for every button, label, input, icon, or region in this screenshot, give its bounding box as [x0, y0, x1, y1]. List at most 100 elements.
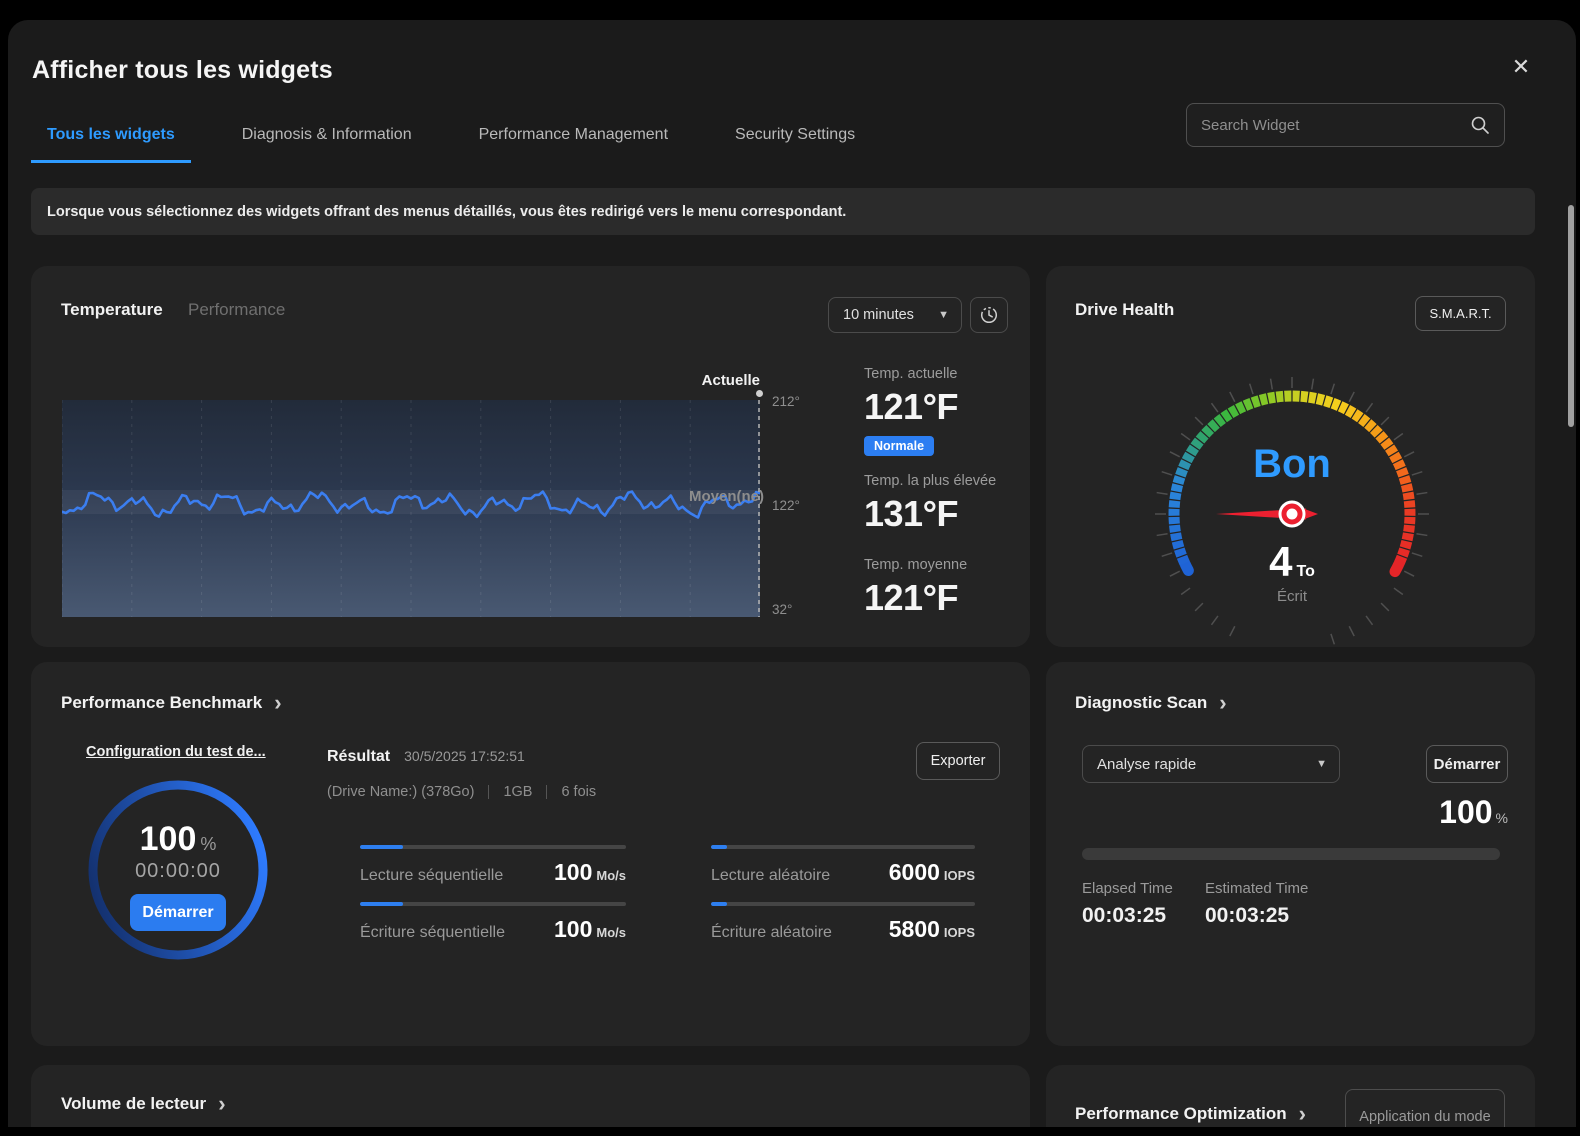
written-unit: To — [1297, 563, 1315, 580]
volume-title-row[interactable]: Volume de lecteur › — [61, 1093, 226, 1115]
chevron-down-icon: ▼ — [938, 309, 949, 321]
metric-label: Lecture aléatoire — [711, 867, 830, 885]
scrollbar[interactable] — [1568, 205, 1574, 427]
y-tick-122: 122° — [772, 498, 800, 513]
diagnostic-title: Diagnostic Scan — [1075, 693, 1207, 713]
chevron-right-icon: › — [218, 1093, 225, 1115]
metric-unit: Mo/s — [596, 868, 626, 883]
metric-unit: Mo/s — [596, 925, 626, 940]
close-icon[interactable]: ✕ — [1504, 50, 1538, 84]
chevron-right-icon: › — [1219, 692, 1226, 714]
current-temp-label: Temp. actuelle — [864, 366, 958, 382]
status-badge: Normale — [864, 436, 934, 456]
result-label: Résultat — [327, 748, 390, 766]
gauge-written-value: 4To — [1192, 538, 1392, 586]
result-drive-name: (Drive Name:) (378Go) — [327, 784, 474, 800]
estimated-time-label: Estimated Time — [1205, 880, 1308, 897]
current-temp-value: 121°F — [864, 386, 958, 428]
info-banner: Lorsque vous sélectionnez des widgets of… — [31, 188, 1535, 235]
diagnostic-start-button[interactable]: Démarrer — [1426, 745, 1508, 783]
export-button[interactable]: Exporter — [916, 742, 1000, 780]
metric-bar — [711, 902, 975, 906]
tab-performance-management[interactable]: Performance Management — [463, 120, 684, 163]
scan-mode-dropdown[interactable]: Analyse rapide ▼ — [1082, 745, 1340, 783]
interval-dropdown[interactable]: 10 minutes ▼ — [828, 297, 962, 333]
volume-title: Volume de lecteur — [61, 1094, 206, 1114]
result-drive-info: (Drive Name:) (378Go) 1GB 6 fois — [327, 784, 596, 800]
diagnostic-percent-unit: % — [1496, 810, 1508, 826]
chevron-right-icon: › — [274, 692, 281, 714]
result-size: 1GB — [503, 784, 532, 800]
history-button[interactable] — [970, 297, 1008, 333]
drive-health-title: Drive Health — [1075, 300, 1174, 320]
benchmark-title: Performance Benchmark — [61, 693, 262, 713]
gauge-status-text: Bon — [1192, 442, 1392, 487]
metric-seq-write: Écriture séquentielle 100 Mo/s — [360, 902, 626, 943]
benchmark-percent-unit: % — [200, 834, 216, 854]
tab-bar: Tous les widgets Diagnosis & Information… — [31, 120, 871, 163]
benchmark-config-link[interactable]: Configuration du test de... — [86, 744, 266, 760]
drive-health-card: Drive Health S.M.A.R.T. Bon 4To Écrit — [1046, 266, 1535, 647]
chevron-down-icon: ▼ — [1316, 758, 1327, 770]
metric-bar — [711, 845, 975, 849]
benchmark-start-button[interactable]: Démarrer — [130, 894, 226, 931]
widgets-modal: Afficher tous les widgets ✕ Tous les wid… — [8, 20, 1576, 1127]
temperature-line-chart — [62, 400, 760, 617]
metric-bar — [360, 902, 626, 906]
drive-health-gauge — [1142, 372, 1442, 647]
temperature-tab[interactable]: Temperature — [61, 300, 163, 320]
average-series-label: Moyen(ne) — [689, 488, 764, 505]
divider — [488, 785, 489, 799]
diagnostic-percent-value: 100 — [1439, 794, 1492, 830]
benchmark-percent: 100% — [78, 820, 278, 859]
optimization-title-row[interactable]: Performance Optimization › — [1075, 1103, 1306, 1125]
metric-rand-read: Lecture aléatoire 6000 IOPS — [711, 845, 975, 886]
result-loops: 6 fois — [561, 784, 596, 800]
elapsed-time-label: Elapsed Time — [1082, 880, 1173, 897]
diagnostic-progress-bar — [1082, 848, 1500, 860]
marker-dot — [756, 390, 763, 397]
search-icon[interactable] — [1470, 115, 1490, 135]
interval-dropdown-value: 10 minutes — [843, 307, 914, 323]
scan-mode-value: Analyse rapide — [1097, 756, 1196, 773]
diagnostic-title-row[interactable]: Diagnostic Scan › — [1075, 692, 1227, 714]
y-tick-212: 212° — [772, 394, 800, 409]
metric-rand-write: Écriture aléatoire 5800IOPS — [711, 902, 975, 943]
divider — [546, 785, 547, 799]
metric-unit: IOPS — [944, 868, 975, 883]
tab-security-settings[interactable]: Security Settings — [719, 120, 871, 163]
chevron-right-icon: › — [1299, 1103, 1306, 1125]
benchmark-timer: 00:00:00 — [78, 860, 278, 883]
benchmark-percent-value: 100 — [140, 820, 197, 858]
drive-volume-card: Volume de lecteur › — [31, 1065, 1030, 1127]
smart-button[interactable]: S.M.A.R.T. — [1415, 296, 1506, 331]
metric-label: Écriture séquentielle — [360, 924, 505, 942]
page-title: Afficher tous les widgets — [32, 56, 333, 85]
metric-value: 5800 — [889, 916, 940, 942]
temperature-card: Temperature Performance 10 minutes ▼ — [31, 266, 1030, 647]
tab-diagnosis-information[interactable]: Diagnosis & Information — [226, 120, 428, 163]
metric-unit: IOPS — [944, 925, 975, 940]
benchmark-title-row[interactable]: Performance Benchmark › — [61, 692, 282, 714]
metric-value: 6000 — [889, 859, 940, 885]
performance-tab[interactable]: Performance — [188, 300, 285, 320]
current-marker-label: Actuelle — [560, 372, 760, 389]
metric-value: 100 — [554, 859, 592, 885]
performance-benchmark-card: Performance Benchmark › Configuration du… — [31, 662, 1030, 1046]
y-tick-32: 32° — [772, 602, 792, 617]
info-banner-text: Lorsque vous sélectionnez des widgets of… — [47, 204, 846, 220]
highest-temp-value: 131°F — [864, 493, 958, 535]
performance-optimization-card: Performance Optimization › Application d… — [1046, 1065, 1535, 1127]
average-temp-label: Temp. moyenne — [864, 557, 967, 573]
average-temp-value: 121°F — [864, 577, 958, 619]
metric-value: 100 — [554, 916, 592, 942]
tab-tous-les-widgets[interactable]: Tous les widgets — [31, 120, 191, 163]
diagnostic-scan-card: Diagnostic Scan › Analyse rapide ▼ Démar… — [1046, 662, 1535, 1046]
metric-seq-read: Lecture séquentielle 100 Mo/s — [360, 845, 626, 886]
gauge-caption: Écrit — [1192, 588, 1392, 605]
search-input[interactable] — [1201, 117, 1470, 134]
estimated-time-value: 00:03:25 — [1205, 904, 1289, 928]
metric-label: Lecture séquentielle — [360, 867, 503, 885]
clock-history-icon — [979, 305, 999, 325]
apply-mode-button[interactable]: Application du mode — [1345, 1089, 1505, 1127]
